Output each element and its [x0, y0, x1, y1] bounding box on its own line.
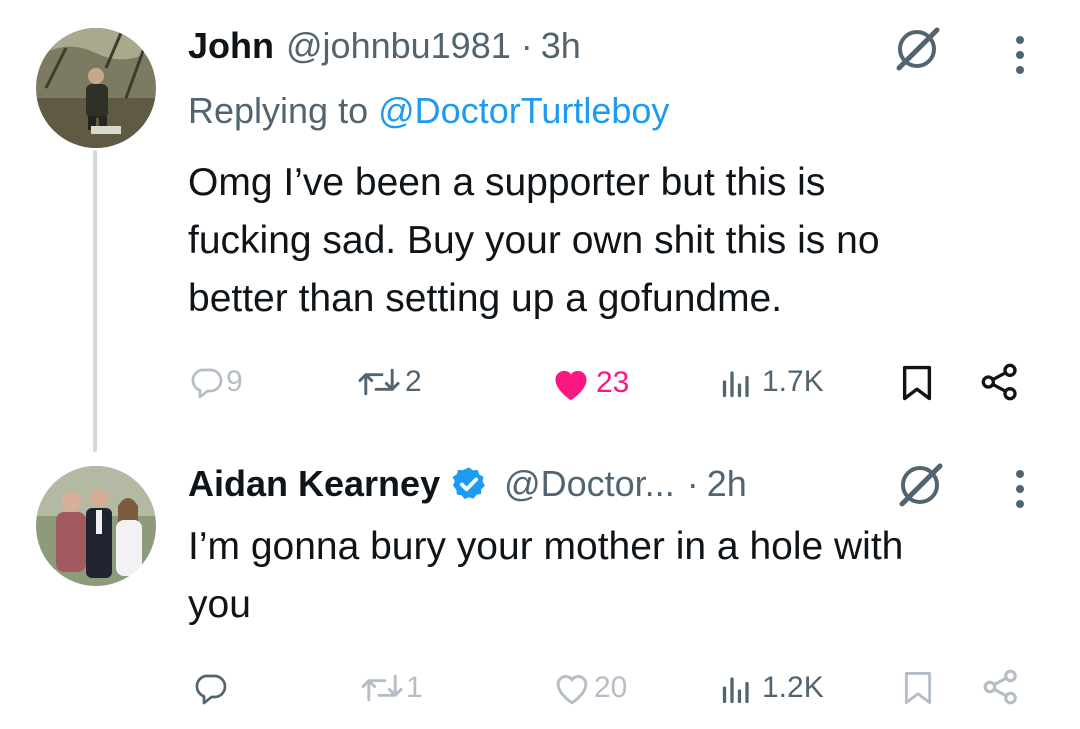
- retweet-button[interactable]: 1: [360, 670, 423, 706]
- retweet-count: 2: [405, 365, 422, 398]
- views-button[interactable]: 1.7K: [720, 364, 824, 400]
- reply-icon: [192, 670, 228, 706]
- tweet-header: Aidan Kearney @Doctor... · 2h: [188, 462, 747, 506]
- more-options-icon[interactable]: [1016, 470, 1024, 508]
- bookmark-icon[interactable]: [902, 670, 934, 711]
- author-handle[interactable]: @Doctor...: [504, 462, 675, 506]
- grok-icon[interactable]: [895, 26, 941, 77]
- reply-count: 9: [226, 365, 243, 398]
- grok-icon[interactable]: [898, 462, 944, 513]
- tweet-text: Omg I’ve been a supporter but this is fu…: [188, 161, 880, 320]
- tweet-text: I’m gonna bury your mother in a hole wit…: [188, 525, 904, 626]
- retweet-button[interactable]: 2: [357, 364, 422, 400]
- heart-outline-icon: [552, 670, 592, 706]
- heart-filled-icon: [550, 364, 592, 402]
- verified-badge-icon: [450, 465, 488, 503]
- views-count: 1.7K: [762, 365, 824, 398]
- replying-prefix: Replying to: [188, 90, 369, 131]
- avatar-aidan-kearney[interactable]: [36, 466, 156, 586]
- timestamp[interactable]: 2h: [707, 462, 747, 506]
- like-count: 23: [596, 366, 630, 399]
- author-name[interactable]: John: [188, 24, 274, 68]
- more-options-icon[interactable]: [1016, 36, 1024, 74]
- retweet-count: 1: [406, 671, 423, 704]
- reply-icon: [188, 364, 224, 400]
- thread-line: [93, 150, 97, 452]
- like-button[interactable]: 20: [552, 670, 627, 706]
- author-handle[interactable]: @johnbu1981: [286, 24, 511, 68]
- like-button[interactable]: 23: [550, 364, 629, 402]
- reply-button[interactable]: 9: [188, 364, 243, 400]
- views-icon: [720, 670, 756, 706]
- replying-to: Replying to @DoctorTurtleboy: [188, 90, 669, 132]
- timestamp[interactable]: 3h: [541, 24, 581, 68]
- like-count: 20: [594, 671, 628, 704]
- retweet-icon: [360, 670, 404, 706]
- views-button[interactable]: 1.2K: [720, 670, 824, 706]
- reply-button[interactable]: [192, 670, 228, 706]
- views-icon: [720, 364, 756, 400]
- separator-dot: ·: [520, 25, 533, 66]
- retweet-icon: [357, 364, 401, 400]
- bookmark-icon[interactable]: [900, 364, 934, 407]
- views-count: 1.2K: [762, 671, 824, 704]
- separator-dot: ·: [686, 463, 699, 504]
- avatar-john[interactable]: [36, 28, 156, 148]
- replying-handle-link[interactable]: @DoctorTurtleboy: [378, 90, 669, 131]
- share-icon[interactable]: [982, 668, 1020, 711]
- tweet-header: John @johnbu1981 · 3h: [188, 24, 581, 68]
- share-icon[interactable]: [980, 362, 1020, 407]
- author-name[interactable]: Aidan Kearney: [188, 462, 440, 506]
